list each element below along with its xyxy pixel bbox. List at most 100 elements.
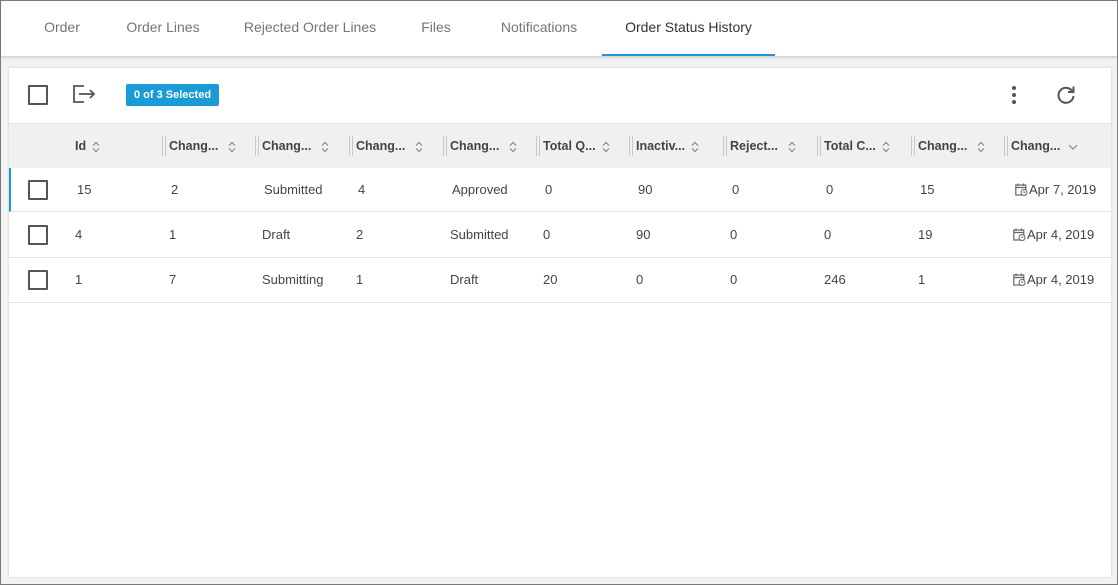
select-all-checkbox[interactable] bbox=[28, 85, 48, 105]
column-header-id[interactable]: Id bbox=[75, 124, 100, 168]
tab-label: Order Status History bbox=[625, 19, 752, 35]
table-cell: 1 bbox=[918, 272, 926, 287]
column-header-label: Id bbox=[75, 139, 87, 153]
table-row[interactable]: 1 7 Submitting 1 Draft 20 0 0 246 1 Apr … bbox=[9, 258, 1111, 303]
column-header-change-3[interactable]: Chang... bbox=[356, 124, 423, 168]
cell-id: 15 bbox=[77, 182, 92, 197]
column-header-label: Total Q... bbox=[543, 139, 596, 153]
column-header-label: Chang... bbox=[1011, 139, 1061, 153]
column-header-rejected[interactable]: Reject... bbox=[730, 124, 796, 168]
column-header-total-cost[interactable]: Total C... bbox=[824, 124, 890, 168]
tab-order-lines[interactable]: Order Lines bbox=[118, 1, 208, 56]
date-cell: Apr 7, 2019 bbox=[1015, 168, 1096, 212]
table-cell: 0 bbox=[636, 272, 644, 287]
table-row[interactable]: 15 2 Submitted 4 Approved 0 90 0 0 15 Ap… bbox=[9, 168, 1111, 212]
date-text: Apr 7, 2019 bbox=[1029, 182, 1097, 197]
column-resize-handle[interactable] bbox=[162, 136, 166, 156]
app-frame: Order Order Lines Rejected Order Lines F… bbox=[0, 0, 1118, 585]
sort-descending-icon bbox=[1068, 144, 1078, 150]
tab-notifications[interactable]: Notifications bbox=[489, 1, 589, 56]
column-header-inactive[interactable]: Inactiv... bbox=[636, 124, 699, 168]
table-cell: 15 bbox=[920, 182, 935, 197]
column-header-label: Chang... bbox=[262, 139, 312, 153]
column-header-change-2[interactable]: Chang... bbox=[262, 124, 329, 168]
calendar-clock-icon bbox=[1013, 228, 1026, 241]
table-cell: Submitting bbox=[262, 272, 324, 287]
export-icon[interactable] bbox=[71, 83, 97, 105]
cell-id: 1 bbox=[75, 272, 83, 287]
tab-order-status-history[interactable]: Order Status History bbox=[602, 1, 775, 56]
column-header-label: Reject... bbox=[730, 139, 778, 153]
tab-files[interactable]: Files bbox=[413, 1, 459, 56]
table-cell: 0 bbox=[732, 182, 740, 197]
table-cell: Submitted bbox=[450, 227, 509, 242]
table-cell: Approved bbox=[452, 182, 508, 197]
column-header-change-5[interactable]: Chang... bbox=[918, 124, 985, 168]
sort-icon bbox=[92, 141, 100, 153]
column-resize-handle[interactable] bbox=[911, 136, 915, 156]
calendar-clock-icon bbox=[1013, 273, 1026, 286]
table-row[interactable]: 4 1 Draft 2 Submitted 0 90 0 0 19 Apr 4,… bbox=[9, 213, 1111, 258]
column-header-change-1[interactable]: Chang... bbox=[169, 124, 236, 168]
tab-label: Rejected Order Lines bbox=[243, 19, 377, 35]
sort-icon bbox=[977, 141, 985, 153]
table-cell: 246 bbox=[824, 272, 846, 287]
active-tab-indicator bbox=[602, 54, 775, 56]
column-resize-handle[interactable] bbox=[443, 136, 447, 156]
table-cell: 0 bbox=[730, 227, 738, 242]
column-header-change-4[interactable]: Chang... bbox=[450, 124, 517, 168]
row-checkbox[interactable] bbox=[28, 225, 48, 245]
table-cell: 0 bbox=[545, 182, 553, 197]
table-cell: 0 bbox=[543, 227, 551, 242]
column-header-label: Chang... bbox=[169, 139, 219, 153]
date-cell: Apr 4, 2019 bbox=[1013, 213, 1094, 257]
table-cell: 0 bbox=[826, 182, 834, 197]
selection-count-badge: 0 of 3 Selected bbox=[126, 84, 220, 106]
date-text: Apr 4, 2019 bbox=[1027, 272, 1095, 287]
table-cell: 0 bbox=[730, 272, 738, 287]
table-cell: Draft bbox=[262, 227, 291, 242]
column-header-label: Chang... bbox=[918, 139, 968, 153]
sort-icon bbox=[788, 141, 796, 153]
table-cell: Draft bbox=[450, 272, 479, 287]
date-text: Apr 4, 2019 bbox=[1027, 227, 1095, 242]
table-cell: 2 bbox=[356, 227, 364, 242]
row-checkbox[interactable] bbox=[28, 270, 48, 290]
column-resize-handle[interactable] bbox=[536, 136, 540, 156]
column-resize-handle[interactable] bbox=[1004, 136, 1008, 156]
grid-card: 0 of 3 Selected Id Chang... Chang... Cha… bbox=[9, 68, 1111, 577]
tab-rejected-order-lines[interactable]: Rejected Order Lines bbox=[237, 1, 383, 56]
column-resize-handle[interactable] bbox=[255, 136, 259, 156]
more-vert-icon[interactable] bbox=[1004, 84, 1024, 106]
column-resize-handle[interactable] bbox=[349, 136, 353, 156]
sort-icon bbox=[228, 141, 236, 153]
grid-header-row: Id Chang... Chang... Chang... Chang... T… bbox=[9, 123, 1111, 169]
table-cell: 0 bbox=[824, 227, 832, 242]
tab-label: Notifications bbox=[500, 19, 578, 35]
column-header-change-date[interactable]: Chang... bbox=[1011, 124, 1078, 168]
column-header-total-quantity[interactable]: Total Q... bbox=[543, 124, 610, 168]
table-cell: 90 bbox=[638, 182, 653, 197]
sort-icon bbox=[321, 141, 329, 153]
table-cell: Submitted bbox=[264, 182, 323, 197]
column-header-label: Total C... bbox=[824, 139, 876, 153]
table-cell: 7 bbox=[169, 272, 177, 287]
tab-label: Order bbox=[44, 19, 80, 35]
table-cell: 2 bbox=[171, 182, 179, 197]
column-resize-handle[interactable] bbox=[629, 136, 633, 156]
column-header-label: Chang... bbox=[356, 139, 406, 153]
row-checkbox[interactable] bbox=[28, 180, 48, 200]
table-cell: 19 bbox=[918, 227, 933, 242]
tab-order[interactable]: Order bbox=[37, 1, 87, 56]
column-resize-handle[interactable] bbox=[723, 136, 727, 156]
date-cell: Apr 4, 2019 bbox=[1013, 258, 1094, 302]
column-resize-handle[interactable] bbox=[817, 136, 821, 156]
refresh-icon[interactable] bbox=[1055, 84, 1077, 106]
calendar-clock-icon bbox=[1015, 183, 1028, 196]
table-cell: 1 bbox=[356, 272, 364, 287]
column-header-label: Chang... bbox=[450, 139, 500, 153]
tab-bar: Order Order Lines Rejected Order Lines F… bbox=[1, 1, 1117, 57]
sort-icon bbox=[691, 141, 699, 153]
tab-label: Files bbox=[421, 19, 451, 35]
sort-icon bbox=[602, 141, 609, 153]
